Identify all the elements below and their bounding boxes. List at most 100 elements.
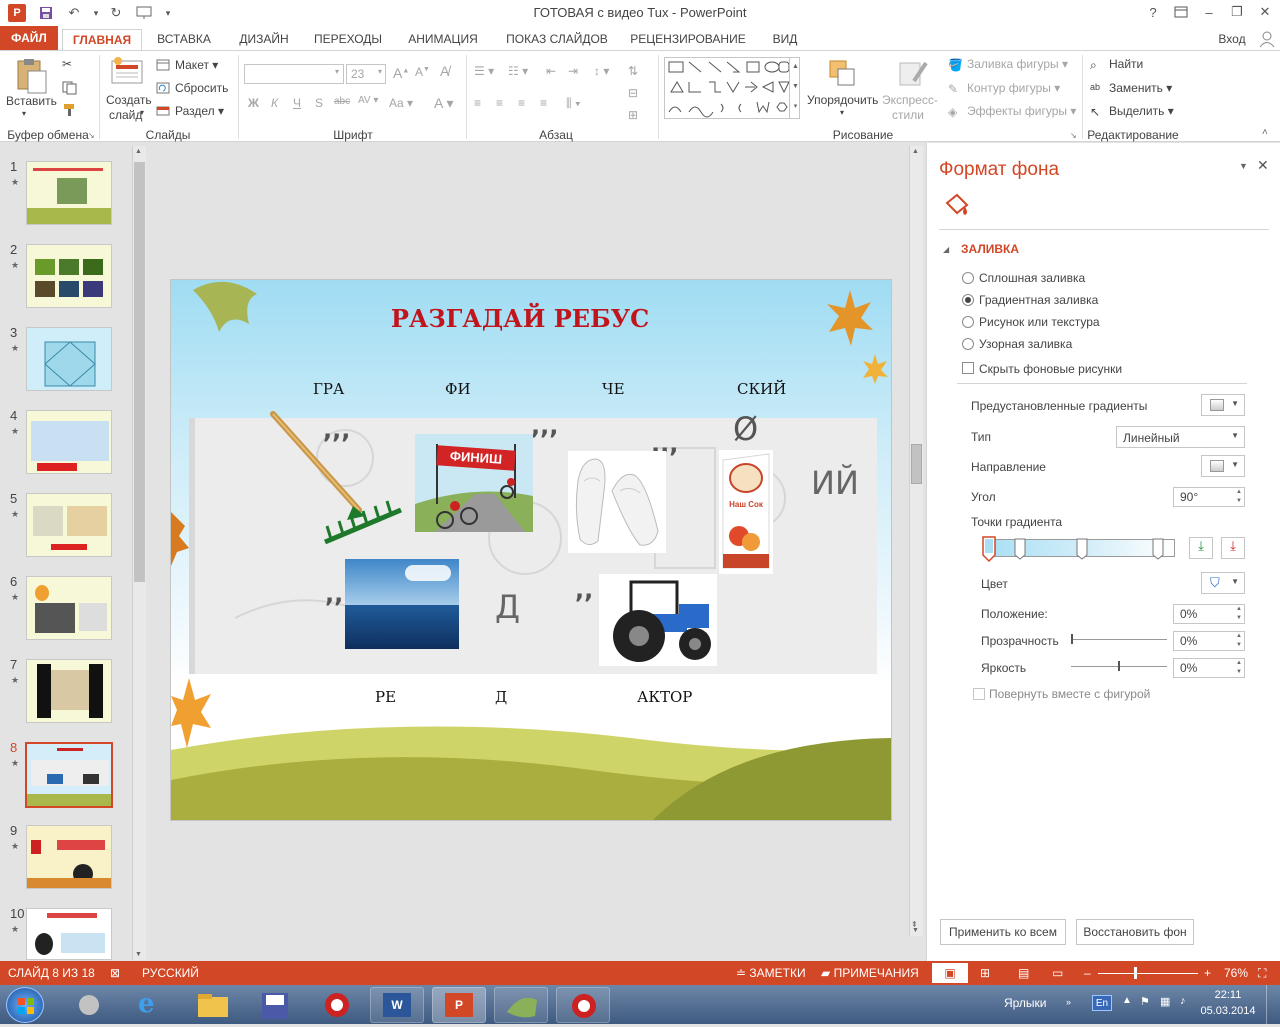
solid-fill-radio[interactable] (962, 272, 974, 284)
show-desktop-button[interactable] (1266, 985, 1280, 1024)
close-button[interactable]: ✕ (1252, 2, 1278, 22)
tab-insert[interactable]: ВСТАВКА (148, 29, 220, 50)
new-slide-icon[interactable] (110, 57, 144, 87)
slideshow-view-icon[interactable]: ▭ (1052, 966, 1063, 980)
zoom-out-button[interactable]: – (1084, 966, 1091, 980)
font-family-select[interactable]: ▾ (244, 64, 344, 84)
slide-thumbnail-4[interactable] (26, 410, 112, 474)
reading-view-icon[interactable]: ▤ (1018, 966, 1029, 980)
rake-image[interactable] (267, 410, 407, 546)
decrease-indent-icon[interactable]: ⇤ (546, 64, 556, 78)
zoom-slider-thumb[interactable] (1134, 967, 1137, 979)
shape-effects-button[interactable]: ◈ Эффекты фигуры ▾ (948, 104, 1076, 119)
picture-fill-radio[interactable] (962, 316, 974, 328)
network-icon[interactable]: ▦ (1160, 995, 1170, 1008)
slide-canvas[interactable]: РАЗГАДАЙ РЕБУС ГРА ФИ ЧЕ СКИЙ ,,, ,,, ,,… (170, 279, 892, 821)
cut-icon[interactable]: ✂ (62, 57, 72, 71)
minimize-button[interactable]: – (1196, 2, 1222, 22)
font-size-select[interactable]: 23 ▾ (346, 64, 386, 84)
format-painter-icon[interactable] (62, 103, 78, 120)
rebus-word-gra[interactable]: ГРА (313, 380, 344, 398)
change-case-icon[interactable]: Aa ▾ (389, 96, 413, 110)
paste-button[interactable]: Вставить (6, 94, 57, 108)
gradient-stop-4[interactable] (1151, 537, 1165, 561)
shortcuts-toolbar[interactable]: Ярлыки (1004, 996, 1047, 1010)
text-direction-icon[interactable]: ⇅ (628, 64, 638, 78)
slide-thumbnail-10[interactable] (26, 908, 112, 960)
align-right-icon[interactable]: ≡ (518, 96, 525, 110)
paste-icon[interactable] (12, 57, 48, 95)
clock-time[interactable]: 22:11 (1202, 989, 1254, 1001)
transparency-spinner[interactable]: 0% (1173, 631, 1245, 651)
color-dropdown[interactable]: ⛉ ▼ (1201, 572, 1245, 594)
rebus-word-skiy[interactable]: СКИЙ (737, 380, 786, 398)
tray-expand-icon[interactable]: ▲ (1122, 995, 1132, 1006)
brightness-spinner[interactable]: 0% (1173, 658, 1245, 678)
slippers-image[interactable] (568, 451, 666, 553)
zoom-level[interactable]: 76% (1224, 966, 1248, 980)
shape-outline-button[interactable]: ✎ Контур фигуры ▾ (948, 81, 1060, 96)
input-language[interactable]: En (1092, 995, 1112, 1011)
hide-bg-graphics-checkbox[interactable] (962, 362, 974, 374)
add-stop-icon[interactable]: ⤓ (1189, 537, 1213, 559)
select-button[interactable]: ↖ Выделить ▾ (1090, 104, 1174, 119)
arrange-button[interactable]: Упорядочить (807, 93, 878, 107)
new-slide-dropdown-icon[interactable]: ▾ (140, 108, 144, 117)
shrink-font-icon[interactable]: A▼ (415, 65, 430, 79)
gradient-stop-3[interactable] (1075, 537, 1089, 561)
file-explorer-icon[interactable] (186, 987, 240, 1023)
replace-button[interactable]: ab Заменить ▾ (1090, 81, 1172, 96)
find-button[interactable]: ⌕ Найти (1090, 57, 1143, 72)
rebus-word-aktor[interactable]: АКТОР (637, 688, 692, 706)
rebus-word-fi[interactable]: ФИ (445, 380, 471, 398)
volume-icon[interactable]: ♪ (1180, 995, 1186, 1007)
gradient-fill-label[interactable]: Градиентная заливка (979, 293, 1098, 307)
restore-button[interactable]: ❐ (1224, 2, 1250, 22)
slide-thumbnail-2[interactable] (26, 244, 112, 308)
prev-slide-icon[interactable]: ⇞ (911, 920, 918, 929)
slide-scrollbar[interactable]: ▲ ▼ (909, 146, 923, 936)
gradient-type-dropdown[interactable]: Линейный ▼ (1116, 426, 1245, 448)
hide-bg-graphics-label[interactable]: Скрыть фоновые рисунки (979, 362, 1122, 376)
fit-slide-icon[interactable]: ⛶ (1258, 966, 1266, 981)
pane-options-icon[interactable]: ▼ (1239, 161, 1248, 171)
reset-button[interactable]: Сбросить (156, 81, 228, 96)
spellcheck-icon[interactable]: ⊠ (110, 966, 120, 980)
tab-animation[interactable]: АНИМАЦИЯ (396, 29, 490, 50)
slide-thumbnail-9[interactable] (26, 825, 112, 889)
align-text-icon[interactable]: ⊟ (628, 86, 638, 100)
preset-gradients-dropdown[interactable]: ▼ (1201, 394, 1245, 416)
grow-font-icon[interactable]: A▲ (393, 65, 409, 81)
shapes-gallery[interactable] (664, 57, 800, 119)
section-button[interactable]: Раздел ▾ (156, 104, 224, 119)
bold-button[interactable]: Ж (248, 96, 259, 110)
copy-icon[interactable] (62, 81, 78, 98)
slide-scrollbar-thumb[interactable] (911, 444, 922, 484)
slide-sorter-icon[interactable]: ⊞ (980, 966, 990, 980)
rebus-word-d[interactable]: Д (495, 688, 507, 706)
pane-close-icon[interactable]: ✕ (1257, 157, 1269, 174)
bullets-icon[interactable]: ☰ ▾ (474, 64, 494, 78)
layout-button[interactable]: Макет ▾ (156, 58, 218, 73)
tab-slideshow[interactable]: ПОКАЗ СЛАЙДОВ (496, 29, 618, 50)
justify-icon[interactable]: ≡ (540, 96, 547, 110)
powerpoint-taskbar-icon[interactable]: P (432, 987, 486, 1023)
tab-review[interactable]: РЕЦЕНЗИРОВАНИЕ (624, 29, 752, 50)
arrange-dropdown-icon[interactable]: ▾ (840, 108, 844, 117)
pattern-fill-label[interactable]: Узорная заливка (979, 337, 1072, 351)
smartart-icon[interactable]: ⊞ (628, 108, 638, 122)
angle-spinner[interactable]: 90° (1173, 487, 1245, 507)
align-center-icon[interactable]: ≡ (496, 96, 503, 110)
record-app-icon[interactable] (310, 987, 364, 1023)
brightness-slider-thumb[interactable] (1118, 661, 1120, 671)
char-spacing-icon[interactable]: AV ▾ (358, 95, 378, 106)
sea-image[interactable] (345, 559, 459, 649)
slide-thumbnail-5[interactable] (26, 493, 112, 557)
word-taskbar-icon[interactable]: W (370, 987, 424, 1023)
shape-fill-button[interactable]: 🪣 Заливка фигуры ▾ (948, 57, 1068, 72)
user-avatar-icon[interactable] (1258, 30, 1278, 48)
direction-dropdown[interactable]: ▼ (1201, 455, 1245, 477)
signin-link[interactable]: Вход (1212, 29, 1252, 50)
zoom-in-button[interactable]: + (1204, 966, 1211, 980)
apply-to-all-button[interactable]: Применить ко всем (940, 919, 1066, 945)
